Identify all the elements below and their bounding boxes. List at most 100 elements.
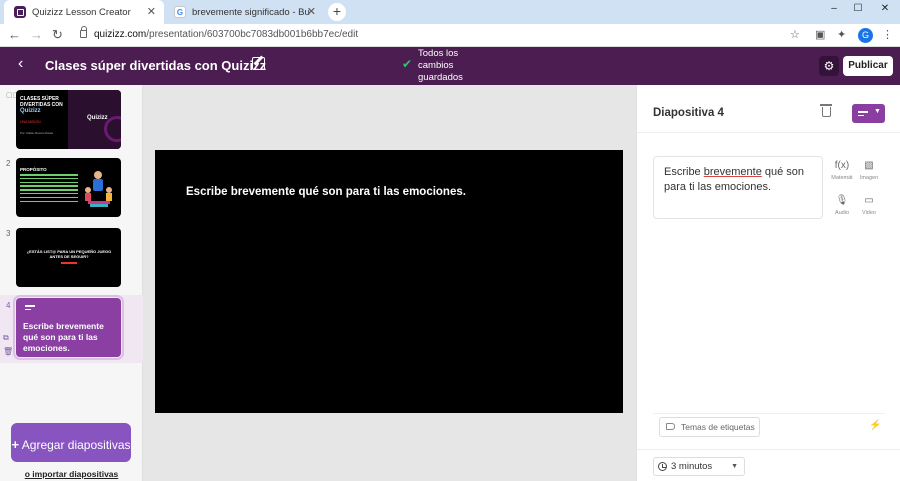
slide-thumbnail-3[interactable]: ¿ESTÁS LIST@ PARA UN PEQUEÑO JUEGO ANTES… (16, 228, 121, 287)
people-illustration (85, 171, 112, 207)
thumbnail-question: Escribe brevemente qué son para ti las e… (23, 321, 104, 353)
slide-thumbnail-2[interactable]: PROPÓSITO (16, 158, 121, 217)
video-icon: ▭ (864, 195, 874, 206)
time-limit-select[interactable]: 3 minutos ▼ (653, 457, 745, 476)
slide-list-item-4[interactable]: 4 ⧉ 🗑 Escribe brevemente qué son para ti… (0, 295, 143, 363)
image-icon: ▧ (864, 160, 874, 171)
settings-gear-icon[interactable]: ⚙ (819, 56, 839, 76)
thumbnail-author: Por: Italian Rivera Rosas (20, 131, 54, 135)
check-icon: ✔ (402, 57, 413, 71)
math-tool-button[interactable]: f(x) Matemát (827, 160, 857, 181)
divider (637, 132, 900, 133)
url-host: quizizz.com (94, 29, 147, 40)
microphone-icon: 🎙 (835, 195, 849, 206)
browser-tab-strip: Quizizz Lesson Creator ✕ G brevemente si… (0, 0, 900, 24)
tool-label: Imagen (859, 175, 879, 181)
add-slides-label: Agregar diapositivas (21, 438, 131, 452)
back-arrow-icon[interactable]: ← (8, 27, 21, 42)
back-chevron-icon[interactable]: ‹ (18, 55, 23, 73)
add-slides-button[interactable]: + Agregar diapositivas (11, 423, 131, 462)
image-tool-button[interactable]: ▧ Imagen (854, 160, 884, 181)
audio-tool-button[interactable]: 🎙 Audio (827, 195, 857, 216)
slide-thumbnail-1[interactable]: CLASES SÚPER DIVERTIDAS CON Quizizz UNA … (16, 90, 121, 149)
slide-list-item-1[interactable]: ▢▢ CLASES SÚPER DIVERTIDAS CON Quizizz U… (0, 88, 143, 152)
close-window-button[interactable]: ✕ (870, 0, 900, 18)
tab-title: Quizizz Lesson Creator (32, 6, 131, 18)
tool-label: Matemát (831, 175, 853, 181)
open-ended-type-icon (858, 111, 868, 118)
slide-canvas-area: Escribe brevemente qué son para ti las e… (143, 85, 636, 481)
thumbnail-body-text (20, 174, 78, 204)
reload-icon[interactable]: ↻ (52, 27, 63, 43)
function-icon: f(x) (834, 160, 850, 171)
panel-title: Diapositiva 4 (653, 107, 724, 119)
slide-list-item-2[interactable]: 2 PROPÓSITO (0, 156, 143, 220)
slide-number: 4 (6, 301, 11, 310)
plus-icon: + (11, 437, 20, 452)
thumbnail-question: ¿ESTÁS LIST@ PARA UN PEQUEÑO JUEGO ANTES… (22, 249, 116, 264)
open-ended-type-icon (25, 305, 35, 312)
tab-title: brevemente significado - Buscar (192, 6, 310, 18)
minimize-window-button[interactable]: – (822, 0, 846, 18)
browser-menu-icon[interactable]: ⋮ (882, 28, 893, 41)
slide-list-item-3[interactable]: 3 ¿ESTÁS LIST@ PARA UN PEQUEÑO JUEGO ANT… (0, 226, 143, 290)
tool-label: Audio (834, 210, 850, 216)
thumbnail-title-text: CLASES SÚPER DIVERTIDAS CON (20, 96, 63, 108)
slide-thumbnail-4[interactable]: Escribe brevemente qué son para ti las e… (16, 298, 121, 357)
question-text-part: Escribe (664, 166, 704, 178)
bookmark-star-icon[interactable]: ☆ (790, 28, 800, 41)
question-text-editor[interactable]: Escribe brevemente qué son para ti las e… (653, 156, 823, 219)
lock-icon[interactable] (80, 26, 87, 38)
trash-icon[interactable] (820, 104, 832, 117)
chevron-down-icon: ▼ (731, 463, 738, 470)
thumbnail-title: CLASES SÚPER DIVERTIDAS CON Quizizz (20, 96, 68, 114)
import-slides-link[interactable]: o importar diapositivas (0, 469, 143, 479)
edit-title-icon[interactable] (252, 57, 265, 70)
video-tool-button[interactable]: ▭ Video (854, 195, 884, 216)
forward-arrow-icon[interactable]: → (30, 27, 43, 42)
new-tab-button[interactable]: + (328, 3, 346, 21)
tags-button[interactable]: Temas de etiquetas (659, 417, 760, 437)
delete-slide-icon[interactable]: 🗑 (3, 347, 13, 356)
maximize-window-button[interactable]: ☐ (846, 0, 870, 18)
slide-number: 2 (6, 159, 11, 168)
close-tab-icon[interactable]: ✕ (147, 5, 156, 18)
slide-preview[interactable]: Escribe brevemente qué son para ti las e… (155, 150, 623, 413)
thumbnail-brand: Quizizz (20, 108, 41, 114)
save-status: Todos los cambios guardados (418, 48, 463, 83)
slide-list: ▢▢ CLASES SÚPER DIVERTIDAS CON Quizizz U… (0, 85, 143, 481)
quizizz-logo: Quizizz (87, 115, 108, 121)
url-path: /presentation/603700bc7083db001b6bb7ec/e… (146, 29, 359, 40)
quizizz-favicon-icon (14, 6, 26, 18)
extension-icon[interactable]: ▣ (815, 28, 825, 41)
clock-icon (658, 462, 667, 471)
thumbnail-subtitle: UNA MISIÓN (20, 120, 41, 124)
slide-number: 3 (6, 229, 11, 238)
puzzle-extensions-icon[interactable]: ✦ (837, 28, 846, 41)
browser-toolbar: ← → ↻ quizizz.com/presentation/603700bc7… (0, 24, 900, 47)
time-limit-value: 3 minutos (671, 461, 713, 472)
slide-question-text: Escribe brevemente qué son para ti las e… (186, 186, 466, 198)
slide-settings-panel: Diapositiva 4 ▼ Escribe brevemente qué s… (636, 85, 900, 481)
tag-icon (666, 423, 675, 430)
google-favicon-icon: G (174, 6, 186, 18)
publish-button[interactable]: Publicar (843, 56, 893, 76)
close-tab-icon[interactable]: ✕ (307, 5, 316, 18)
lightning-icon[interactable]: ⚡ (869, 420, 881, 431)
address-bar[interactable]: quizizz.com/presentation/603700bc7083db0… (94, 29, 358, 40)
thumbnail-red-line (61, 262, 77, 264)
chevron-down-icon: ▼ (874, 108, 881, 115)
lesson-title: Clases súper divertidas con Quizizz (45, 58, 267, 73)
divider (637, 449, 900, 450)
profile-avatar[interactable]: G (858, 28, 873, 43)
slide-type-dropdown[interactable]: ▼ (852, 104, 885, 123)
divider (653, 413, 885, 414)
thumbnail-question-text: ¿ESTÁS LIST@ PARA UN PEQUEÑO JUEGO ANTES… (26, 249, 112, 259)
spellcheck-word: brevemente (703, 166, 762, 178)
tab-quizizz-lesson-creator[interactable]: Quizizz Lesson Creator ✕ (4, 0, 164, 24)
tab-google-search[interactable]: G brevemente significado - Buscar ✕ (164, 0, 324, 24)
tags-label: Temas de etiquetas (681, 422, 755, 432)
editor-header: ‹ Clases súper divertidas con Quizizz ✔ … (0, 47, 900, 85)
tool-label: Video (862, 210, 876, 216)
duplicate-slide-icon[interactable]: ⧉ (3, 333, 9, 343)
